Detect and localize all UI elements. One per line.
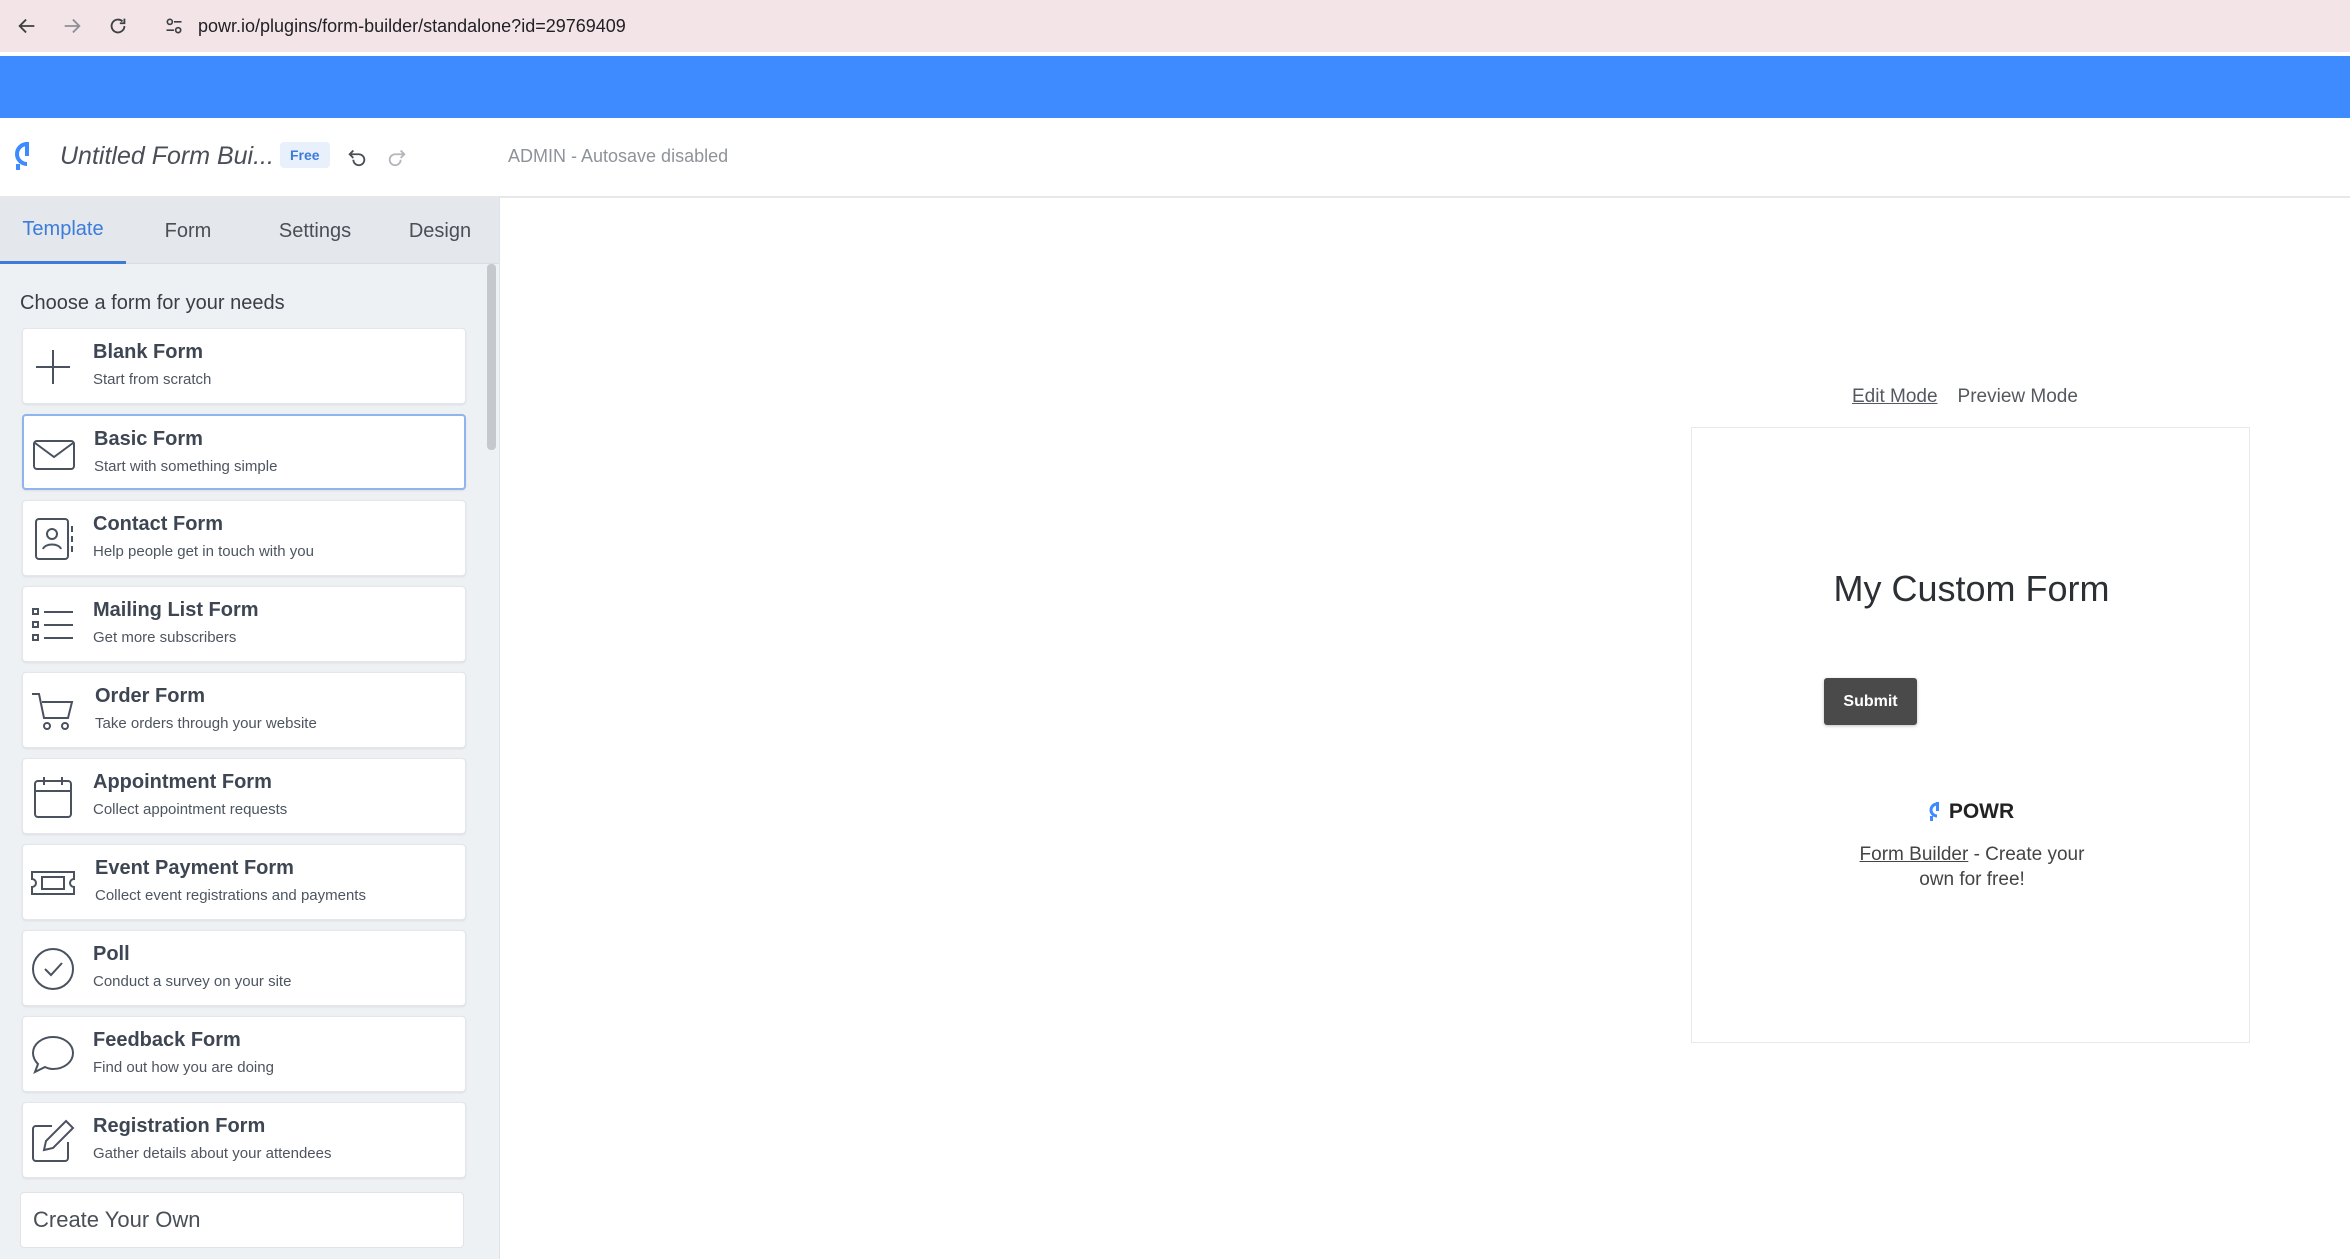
template-list: Blank Form Start from scratch Basic Form…	[22, 328, 466, 1188]
template-title: Poll	[93, 943, 130, 965]
app-header: Untitled Form Bui... Free ADMIN - Autosa…	[0, 118, 2350, 198]
template-subtitle: Conduct a survey on your site	[93, 973, 292, 990]
autosave-status: ADMIN - Autosave disabled	[508, 146, 729, 166]
sidebar-scrollbar[interactable]	[487, 264, 496, 450]
choose-form-label: Choose a form for your needs	[20, 292, 285, 314]
sidebar: Template Form Settings Design Choose a f…	[0, 198, 500, 1259]
template-subtitle: Help people get in touch with you	[93, 543, 314, 560]
tab-form[interactable]: Form	[126, 198, 250, 264]
plus-icon	[29, 343, 77, 391]
cart-icon	[29, 687, 77, 735]
template-subtitle: Gather details about your attendees	[93, 1145, 332, 1162]
template-card-event-payment[interactable]: Event Payment Form Collect event registr…	[22, 844, 466, 920]
form-preview: My Custom Form Submit POWR Form Builder …	[1691, 427, 2250, 1043]
back-button[interactable]	[10, 9, 44, 43]
powr-branding[interactable]: POWR	[1692, 800, 2251, 824]
template-title: Mailing List Form	[93, 599, 259, 621]
template-card-feedback[interactable]: Feedback Form Find out how you are doing	[22, 1016, 466, 1092]
preview-mode-link[interactable]: Preview Mode	[1958, 386, 2078, 408]
template-title: Appointment Form	[93, 771, 272, 793]
template-title: Registration Form	[93, 1115, 266, 1137]
arrow-right-icon	[64, 18, 81, 34]
undo-icon	[348, 149, 366, 167]
template-card-registration[interactable]: Registration Form Gather details about y…	[22, 1102, 466, 1178]
contact-book-icon	[29, 515, 77, 563]
powr-logo-icon[interactable]	[14, 140, 40, 172]
template-card-appointment[interactable]: Appointment Form Collect appointment req…	[22, 758, 466, 834]
create-your-own-button[interactable]: Create Your Own	[20, 1192, 464, 1248]
tab-settings[interactable]: Settings	[250, 198, 380, 264]
submit-button[interactable]: Submit	[1824, 678, 1917, 725]
browser-toolbar: powr.io/plugins/form-builder/standalone?…	[0, 0, 2350, 52]
template-card-blank[interactable]: Blank Form Start from scratch	[22, 328, 466, 404]
template-title: Feedback Form	[93, 1029, 241, 1051]
reload-button[interactable]	[101, 9, 135, 43]
form-builder-link[interactable]: Form Builder	[1860, 844, 1969, 865]
tab-template[interactable]: Template	[0, 198, 126, 264]
template-title: Basic Form	[94, 428, 203, 450]
template-card-poll[interactable]: Poll Conduct a survey on your site	[22, 930, 466, 1006]
template-title: Contact Form	[93, 513, 223, 535]
powr-tagline: Form Builder - Create your own for free!	[1842, 842, 2102, 892]
template-title: Event Payment Form	[95, 857, 294, 879]
sidebar-tabs: Template Form Settings Design	[0, 198, 499, 264]
address-bar[interactable]: powr.io/plugins/form-builder/standalone?…	[152, 5, 2350, 47]
check-circle-icon	[29, 945, 77, 993]
template-card-contact[interactable]: Contact Form Help people get in touch wi…	[22, 500, 466, 576]
edit-icon	[29, 1117, 77, 1165]
redo-icon	[388, 149, 406, 167]
tab-design[interactable]: Design	[380, 198, 499, 264]
template-subtitle: Take orders through your website	[95, 715, 317, 732]
ticket-icon	[29, 859, 77, 907]
template-subtitle: Start from scratch	[93, 371, 212, 388]
template-card-basic[interactable]: Basic Form Start with something simple	[22, 414, 466, 490]
redo-button[interactable]	[382, 142, 412, 172]
forward-button[interactable]	[55, 9, 89, 43]
site-settings-icon[interactable]	[162, 14, 186, 38]
edit-mode-link[interactable]: Edit Mode	[1852, 386, 1938, 408]
template-title: Blank Form	[93, 341, 204, 363]
mode-switch: Edit Mode Preview Mode	[1852, 386, 2078, 408]
undo-button[interactable]	[342, 142, 372, 172]
powr-brand-name: POWR	[1948, 800, 2015, 823]
form-heading[interactable]: My Custom Form	[1692, 568, 2251, 610]
arrow-left-icon	[18, 18, 35, 34]
list-icon	[29, 601, 77, 649]
top-banner	[0, 56, 2350, 118]
form-title-input[interactable]: Untitled Form Bui...	[60, 142, 274, 171]
powr-logo-icon	[1929, 802, 1939, 821]
template-subtitle: Get more subscribers	[93, 629, 237, 646]
template-subtitle: Collect appointment requests	[93, 801, 288, 818]
template-subtitle: Start with something simple	[94, 458, 278, 475]
speech-bubble-icon	[29, 1031, 77, 1079]
plan-badge[interactable]: Free	[280, 142, 330, 168]
calendar-icon	[29, 773, 77, 821]
reload-icon	[110, 18, 126, 34]
envelope-icon	[30, 430, 78, 478]
template-subtitle: Collect event registrations and payments	[95, 887, 366, 904]
template-title: Order Form	[95, 685, 206, 707]
url-text: powr.io/plugins/form-builder/standalone?…	[198, 15, 626, 36]
template-card-order[interactable]: Order Form Take orders through your webs…	[22, 672, 466, 748]
template-card-mailing-list[interactable]: Mailing List Form Get more subscribers	[22, 586, 466, 662]
template-subtitle: Find out how you are doing	[93, 1059, 274, 1076]
